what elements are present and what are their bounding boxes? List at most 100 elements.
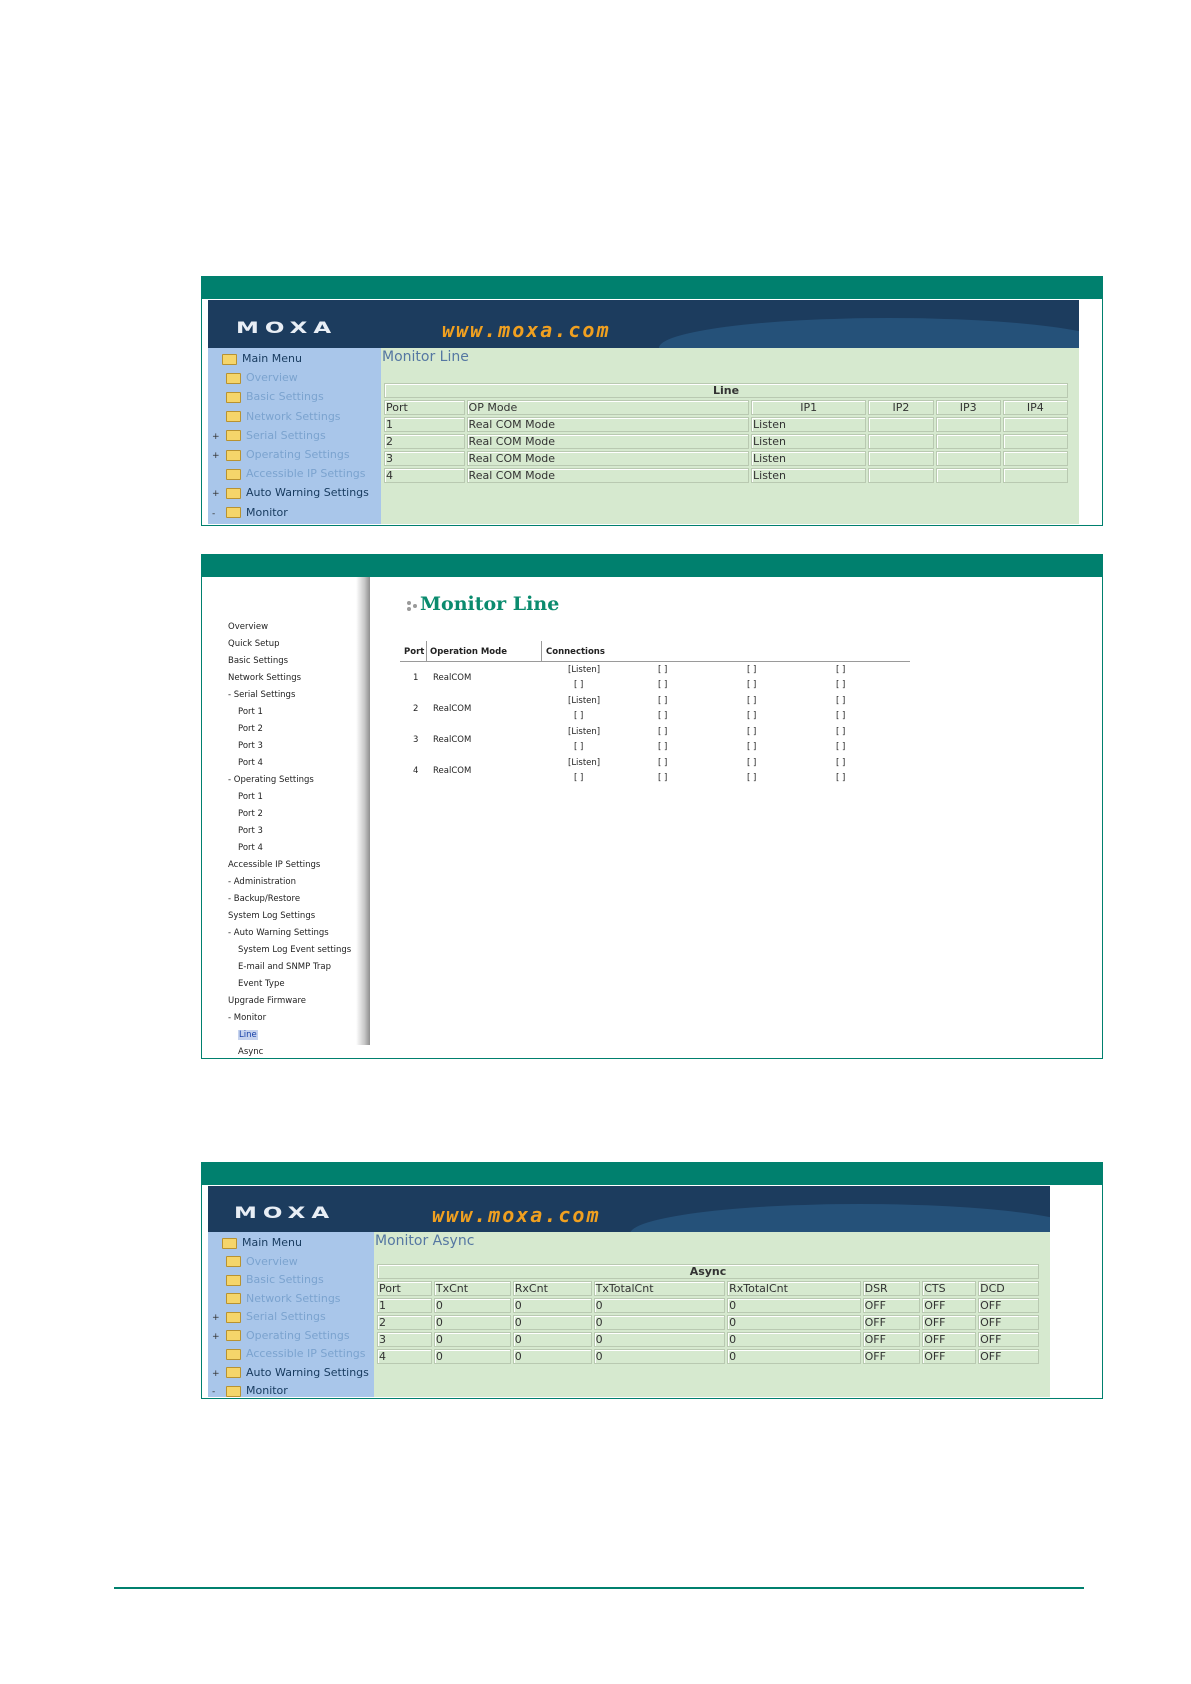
column-header: IP2: [868, 400, 934, 415]
menu-item[interactable]: Basic Settings: [212, 390, 324, 408]
table-cell: OFF: [862, 1298, 921, 1313]
menu-item[interactable]: Network Settings: [212, 1292, 341, 1310]
connection-slot: [ ]: [658, 665, 668, 675]
nav-item[interactable]: - Monitor: [228, 1013, 266, 1023]
nav-item[interactable]: Port 1: [238, 792, 263, 802]
tree-expander-icon[interactable]: +: [212, 1332, 220, 1342]
menu-item[interactable]: Network Settings: [212, 410, 341, 428]
nav-item[interactable]: Port 4: [238, 843, 263, 853]
table-cell: 0: [727, 1349, 861, 1364]
screenshot-monitor-line-new: Overview Quick Setup Basic Settings Network…: [201, 554, 1103, 1059]
table-cell: [935, 451, 1001, 466]
menu-item[interactable]: Accessible IP Settings: [212, 467, 366, 485]
menu-item[interactable]: + Auto Warning Settings: [212, 486, 369, 504]
menu-item[interactable]: + Operating Settings: [212, 448, 350, 466]
tree-expander-icon[interactable]: -: [212, 1387, 220, 1397]
menu-item[interactable]: Overview: [212, 371, 298, 389]
connection-slot: [ ]: [658, 758, 668, 768]
nav-item[interactable]: - Operating Settings: [228, 775, 314, 785]
nav-item[interactable]: Async: [238, 1047, 263, 1057]
screenshot-top-bar: [202, 1163, 1102, 1185]
connection-slot: [ ]: [836, 680, 846, 690]
nav-item[interactable]: Port 2: [238, 809, 263, 819]
table-cell: 0: [593, 1298, 726, 1313]
table-cell: 3: [377, 1332, 432, 1347]
connection-slot: [ ]: [747, 711, 757, 721]
nav-item[interactable]: - Backup/Restore: [228, 894, 300, 904]
tree-expander-icon[interactable]: +: [212, 1369, 220, 1379]
footer-rule: [114, 1587, 1084, 1589]
connection-slot: [ ]: [658, 680, 668, 690]
menu-item[interactable]: + Auto Warning Settings: [212, 1366, 369, 1384]
nav-item[interactable]: E-mail and SNMP Trap: [238, 962, 331, 972]
table-row: 1 0 0 0 0 OFF OFF OFF: [377, 1298, 1039, 1313]
table-cell: [1002, 434, 1068, 449]
nav-item[interactable]: Basic Settings: [228, 656, 288, 666]
connection-slot: [ ]: [747, 758, 757, 768]
column-header: Connections: [546, 647, 605, 657]
menu-item[interactable]: + Operating Settings: [212, 1329, 350, 1347]
table-cell: [868, 434, 934, 449]
screenshot-monitor-async: MOXA www.moxa.com Main Menu Overview Basic…: [201, 1162, 1103, 1399]
nav-item[interactable]: System Log Event settings: [238, 945, 351, 955]
column-header: CTS: [922, 1281, 977, 1296]
table-cell: 0: [512, 1332, 592, 1347]
nav-item[interactable]: Event Type: [238, 979, 285, 989]
nav-item[interactable]: Port 3: [238, 741, 263, 751]
table-cell: Listen: [751, 451, 867, 466]
menu-item[interactable]: Accessible IP Settings: [212, 1347, 366, 1365]
mode-cell: RealCOM: [433, 673, 472, 683]
moxa-url[interactable]: www.moxa.com: [442, 318, 611, 342]
moxa-banner: MOXA www.moxa.com: [208, 300, 1079, 348]
nav-item[interactable]: Port 4: [238, 758, 263, 768]
nav-item[interactable]: - Auto Warning Settings: [228, 928, 329, 938]
content-area: Monitor Async Async Port TxCnt RxCnt TxTotal…: [374, 1232, 1050, 1397]
nav-item[interactable]: Quick Setup: [228, 639, 279, 649]
screenshot-monitor-line-old: MOXA www.moxa.com Main Menu Overview Basic…: [201, 276, 1103, 526]
table-cell: OFF: [978, 1349, 1039, 1364]
nav-item[interactable]: Accessible IP Settings: [228, 860, 320, 870]
table-cell: 3: [384, 451, 465, 466]
connection-slot: [ ]: [836, 696, 846, 706]
nav-item[interactable]: Line: [238, 1030, 258, 1040]
nav-item[interactable]: - Serial Settings: [228, 690, 295, 700]
column-header: Port: [377, 1281, 432, 1296]
table-cell: 1: [384, 417, 465, 432]
menu-item-label: Main Menu: [242, 1236, 302, 1249]
menu-item[interactable]: + Serial Settings: [212, 429, 326, 447]
tree-expander-icon[interactable]: +: [212, 1313, 220, 1323]
menu-item-label: Main Menu: [242, 352, 302, 365]
tree-expander-icon[interactable]: +: [212, 451, 220, 461]
nav-item[interactable]: Overview: [228, 622, 268, 632]
menu-item-label: Serial Settings: [246, 1310, 326, 1323]
nav-item[interactable]: - Administration: [228, 877, 296, 887]
folder-icon: [226, 1367, 241, 1378]
moxa-url[interactable]: www.moxa.com: [432, 1203, 601, 1227]
nav-item[interactable]: Port 2: [238, 724, 263, 734]
menu-item-label: Monitor: [246, 1384, 288, 1397]
nav-item[interactable]: Upgrade Firmware: [228, 996, 306, 1006]
menu-item[interactable]: - Monitor: [212, 506, 288, 524]
nav-item[interactable]: Network Settings: [228, 673, 301, 683]
nav-item[interactable]: System Log Settings: [228, 911, 315, 921]
folder-icon: [226, 411, 241, 423]
menu-item[interactable]: Overview: [212, 1255, 298, 1273]
menu-item[interactable]: Main Menu: [212, 1236, 302, 1254]
table-cell: Listen: [751, 468, 867, 483]
menu-item[interactable]: - Monitor: [212, 1384, 288, 1402]
async-table: Async Port TxCnt RxCnt TxTotalCnt RxTotalCnt D…: [375, 1262, 1041, 1366]
menu-item[interactable]: Basic Settings: [212, 1273, 324, 1291]
tree-expander-icon[interactable]: +: [212, 432, 220, 442]
nav-item[interactable]: Port 1: [238, 707, 263, 717]
nav-item[interactable]: Port 3: [238, 826, 263, 836]
table-cell: OFF: [862, 1349, 921, 1364]
table-cell: 0: [512, 1315, 592, 1330]
menu-item-label: Accessible IP Settings: [246, 467, 366, 481]
moxa-logo: MOXA: [236, 319, 338, 338]
table-cell: Listen: [751, 417, 867, 432]
menu-item[interactable]: Main Menu: [212, 352, 302, 370]
column-header: TxTotalCnt: [593, 1281, 726, 1296]
tree-expander-icon[interactable]: +: [212, 489, 220, 499]
menu-item[interactable]: + Serial Settings: [212, 1310, 326, 1328]
tree-expander-icon[interactable]: -: [212, 509, 220, 519]
